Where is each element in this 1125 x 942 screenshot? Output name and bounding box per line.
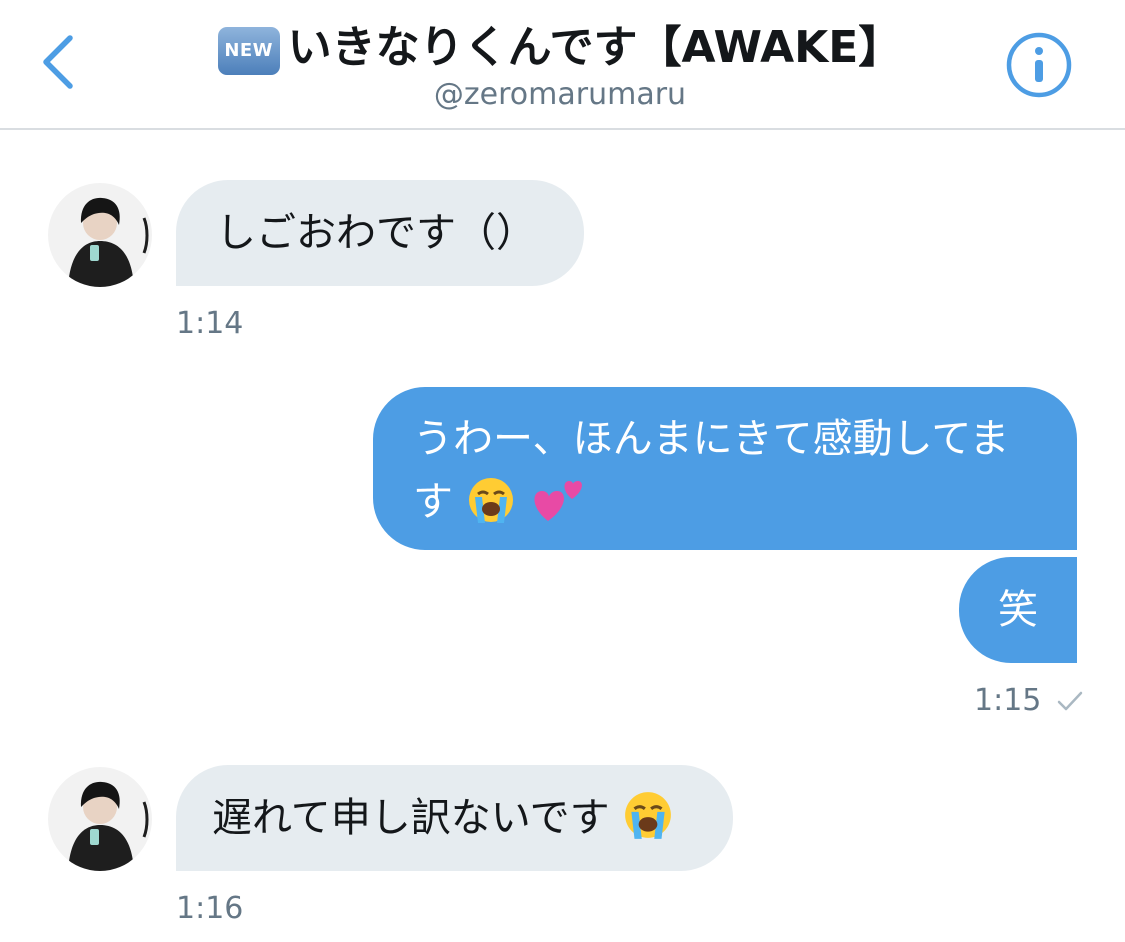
loudly-crying-face-emoji — [468, 478, 513, 523]
message-bubble-incoming[interactable]: しごおわです（） — [176, 180, 584, 286]
message-bubble-outgoing[interactable]: うわー、ほんまにきて感動してま す — [373, 387, 1077, 550]
info-circle-icon — [1006, 32, 1072, 98]
two-hearts-emoji — [534, 481, 583, 521]
message-text-line: うわー、ほんまにきて感動してま — [413, 416, 1010, 462]
chevron-left-icon — [43, 35, 73, 89]
message-text: しごおわです（） — [216, 210, 536, 256]
loudly-crying-face-emoji — [625, 792, 672, 839]
conversation-title: NEW いきなりくんです【AWAKE】 — [160, 20, 960, 76]
message-bubble-incoming[interactable]: 遅れて申し訳ないです — [176, 765, 733, 871]
message-text: 笑 — [998, 587, 1038, 633]
message-timestamp-row: 1:15 — [974, 683, 1085, 719]
avatar[interactable] — [48, 183, 152, 287]
message-text: 遅れて申し訳ないです — [212, 795, 610, 841]
conversation-header: NEW いきなりくんです【AWAKE】 @zeromarumaru — [0, 0, 1125, 130]
message-timestamp: 1:15 — [974, 683, 1042, 718]
message-timestamp: 1:16 — [176, 891, 244, 926]
checkmark-icon — [1057, 691, 1083, 711]
info-button[interactable] — [1004, 30, 1074, 100]
new-button-emoji: NEW — [217, 27, 280, 75]
message-timestamp: 1:14 — [176, 306, 244, 341]
conversation-title-text: いきなりくんです【AWAKE】 — [287, 22, 903, 73]
conversation-title-block: NEW いきなりくんです【AWAKE】 @zeromarumaru — [160, 20, 960, 114]
conversation-handle: @zeromarumaru — [433, 77, 687, 112]
avatar[interactable] — [48, 767, 152, 871]
message-text-line-2: す — [413, 469, 1037, 532]
message-text: す — [413, 479, 453, 525]
back-button[interactable] — [34, 30, 84, 94]
message-bubble-outgoing[interactable]: 笑 — [959, 557, 1077, 663]
